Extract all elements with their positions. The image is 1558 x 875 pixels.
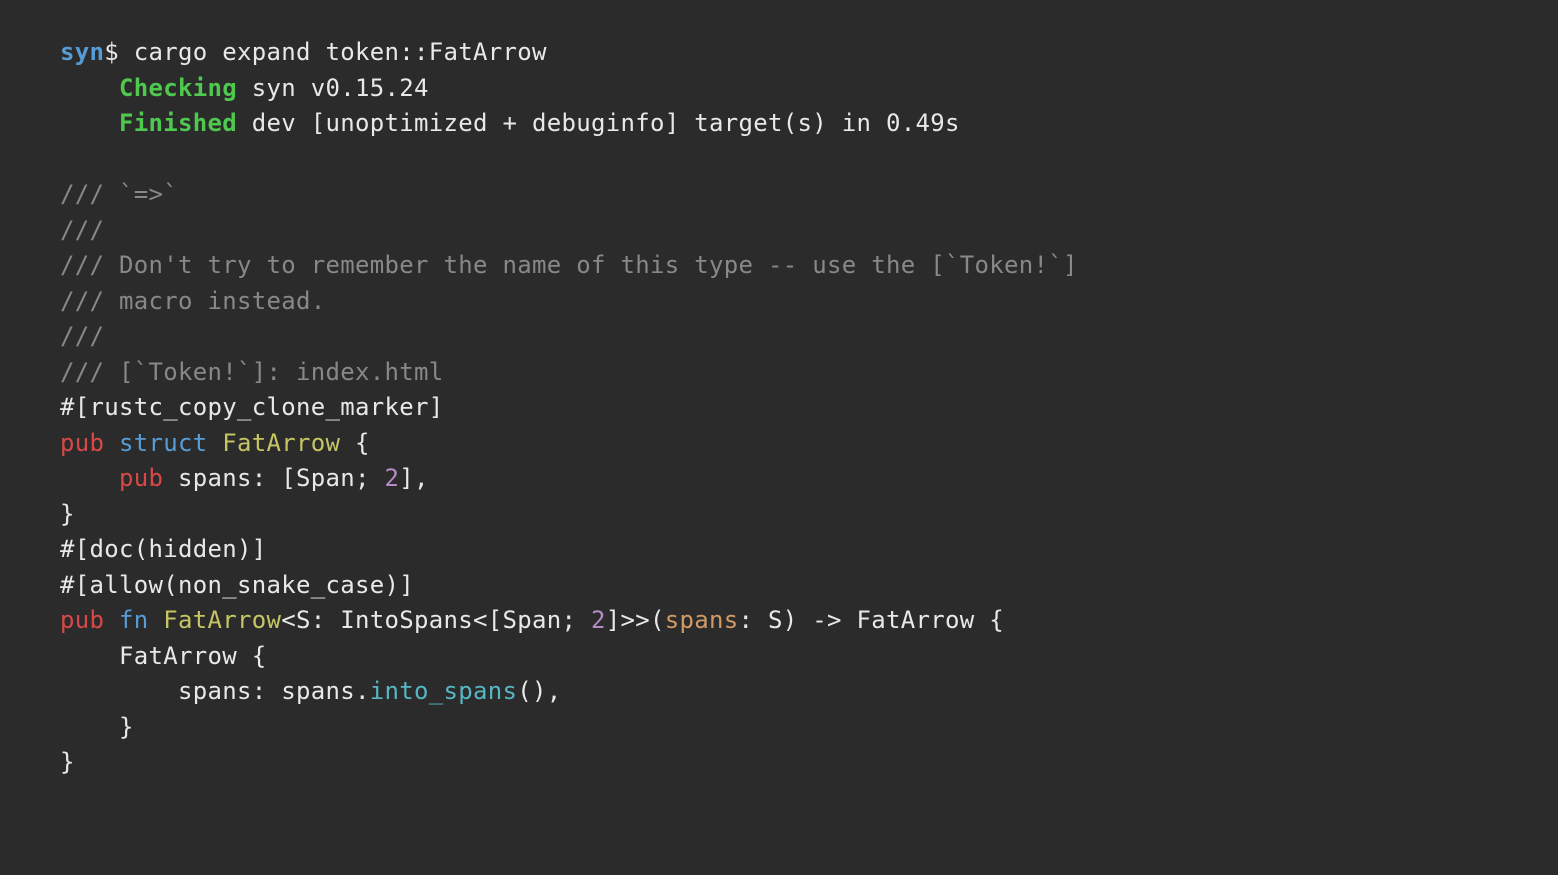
doc-comment-line: /// macro instead. — [60, 287, 326, 315]
keyword-struct: struct — [119, 429, 208, 457]
keyword-pub: pub — [60, 606, 104, 634]
param-name: spans — [665, 606, 739, 634]
cargo-finished-text: dev [unoptimized + debuginfo] target(s) … — [237, 109, 960, 137]
cargo-finished-label: Finished — [119, 109, 237, 137]
brace: } — [119, 713, 134, 741]
keyword-pub: pub — [119, 464, 163, 492]
generics: <S: IntoSpans<[Span; — [281, 606, 591, 634]
prompt-cwd: syn — [60, 38, 104, 66]
cargo-checking-text: syn v0.15.24 — [237, 74, 429, 102]
brace: } — [60, 748, 75, 776]
keyword-fn: fn — [119, 606, 149, 634]
brace: } — [60, 500, 75, 528]
attribute: #[doc(hidden)] — [60, 535, 267, 563]
terminal-output: syn$ cargo expand token::FatArrow Checki… — [60, 35, 1498, 781]
field-decl: spans: [Span; — [163, 464, 384, 492]
struct-name: FatArrow — [222, 429, 340, 457]
brace: { — [355, 429, 370, 457]
doc-comment-line: /// `=>` — [60, 180, 178, 208]
method-call: into_spans — [370, 677, 518, 705]
number-literal: 2 — [385, 464, 400, 492]
keyword-pub: pub — [60, 429, 104, 457]
doc-comment-line: /// Don't try to remember the name of th… — [60, 251, 1078, 279]
fn-signature-rest: : S) -> FatArrow { — [738, 606, 1004, 634]
attribute: #[allow(non_snake_case)] — [60, 571, 414, 599]
doc-comment-line: /// — [60, 216, 104, 244]
doc-comment-line: /// [`Token!`]: index.html — [60, 358, 443, 386]
fn-body-line: spans: spans. — [178, 677, 370, 705]
command-text: cargo expand token::FatArrow — [134, 38, 547, 66]
attribute: #[rustc_copy_clone_marker] — [60, 393, 443, 421]
prompt-dollar: $ — [104, 38, 134, 66]
fn-body-line: FatArrow { — [119, 642, 267, 670]
cargo-checking-label: Checking — [119, 74, 237, 102]
number-literal: 2 — [591, 606, 606, 634]
doc-comment-line: /// — [60, 322, 104, 350]
fn-name: FatArrow — [163, 606, 281, 634]
